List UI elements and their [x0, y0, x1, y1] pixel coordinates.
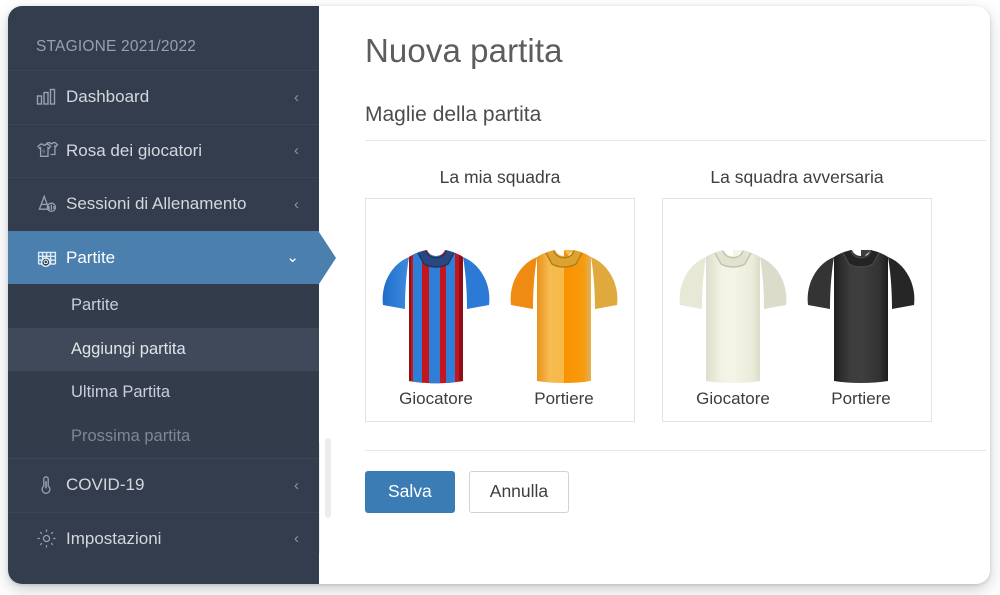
chevron-left-icon: ‹ — [294, 195, 299, 213]
sidebar-item-label: COVID-19 — [66, 475, 145, 495]
cream-jersey-icon — [679, 250, 787, 384]
submenu-item-partite[interactable]: Partite — [8, 284, 319, 328]
kit-slot-goalkeeper-opponent-team[interactable]: Portiere — [799, 239, 923, 421]
season-label: STAGIONE 2021/2022 — [36, 38, 197, 55]
kit-caption: Portiere — [534, 389, 594, 409]
submenu-item-aggiungi-partita[interactable]: Aggiungi partita — [8, 327, 319, 371]
actions-divider — [365, 450, 986, 452]
kit-caption: Giocatore — [696, 389, 770, 409]
submenu-item-ultima-partita[interactable]: Ultima Partita — [8, 371, 319, 415]
kits-row: La mia squadra Giocatore Portiere La squ… — [365, 167, 966, 423]
submenu-item-label: Ultima Partita — [71, 383, 171, 402]
section-title: Maglie della partita — [365, 103, 542, 127]
submenu-item-prossima-partita[interactable]: Prossima partita — [8, 415, 319, 459]
kit-group-title: La mia squadra — [439, 167, 561, 188]
chevron-left-icon: ‹ — [294, 88, 299, 106]
chevron-left-icon: ‹ — [294, 530, 299, 548]
app-window: STAGIONE 2021/2022 Dashboard ‹ 9 Rosa de… — [8, 6, 990, 584]
save-button[interactable]: Salva — [365, 471, 455, 513]
jerseys-icon: 9 — [36, 141, 66, 161]
sidebar-item-label: Sessioni di Allenamento — [66, 194, 247, 214]
sidebar-item-partite[interactable]: Partite ⌄ — [8, 230, 336, 284]
submenu-item-label: Prossima partita — [71, 426, 191, 445]
kit-caption: Portiere — [831, 389, 891, 409]
kit-group-opponent-team: La squadra avversaria Giocatore Portiere — [662, 167, 932, 423]
sidebar-item-covid-19[interactable]: COVID-19 ‹ — [8, 458, 319, 512]
kit-slot-player-my-team[interactable]: Giocatore — [374, 239, 498, 421]
sidebar-item-impostazioni[interactable]: Impostazioni ‹ — [8, 511, 319, 566]
main-content: Nuova partita Maglie della partita La mi… — [319, 6, 990, 584]
content-panel-edge — [319, 443, 320, 553]
chevron-left-icon: ‹ — [294, 476, 299, 494]
sidebar-item-label: Partite — [66, 247, 116, 267]
kit-slot-goalkeeper-my-team[interactable]: Portiere — [502, 239, 626, 421]
sidebar-item-label: Dashboard — [66, 87, 150, 107]
kit-group-my-team: La mia squadra Giocatore Portiere — [365, 167, 635, 423]
amber-jersey-icon — [510, 250, 618, 384]
sidebar-item-rosa-dei-giocatori[interactable]: 9 Rosa dei giocatori ‹ — [8, 123, 319, 178]
thermometer-icon — [36, 475, 66, 495]
sidebar-item-label: Rosa dei giocatori — [66, 140, 203, 160]
kit-card: Giocatore Portiere — [365, 198, 635, 423]
training-cone-icon — [36, 194, 66, 214]
kit-slot-player-opponent-team[interactable]: Giocatore — [671, 239, 795, 421]
chevron-left-icon: ‹ — [294, 142, 299, 160]
content-scrollbar[interactable] — [325, 438, 331, 518]
goal-ball-icon — [36, 248, 66, 268]
svg-text:9: 9 — [42, 149, 45, 155]
submenu-item-label: Aggiungi partita — [71, 339, 186, 358]
gear-icon — [36, 528, 66, 549]
sidebar: STAGIONE 2021/2022 Dashboard ‹ 9 Rosa de… — [8, 6, 336, 584]
sidebar-item-dashboard[interactable]: Dashboard ‹ — [8, 70, 319, 124]
chevron-down-icon: ⌄ — [286, 249, 299, 267]
black-jersey-icon — [807, 250, 915, 384]
submenu-item-label: Partite — [71, 296, 119, 315]
kit-caption: Giocatore — [399, 389, 473, 409]
form-actions: Salva Annulla — [365, 471, 966, 513]
sidebar-item-sessioni-di-allenamento[interactable]: Sessioni di Allenamento ‹ — [8, 177, 319, 231]
kit-card: Giocatore Portiere — [662, 198, 932, 423]
cancel-button[interactable]: Annulla — [468, 471, 570, 513]
page-title: Nuova partita — [365, 32, 563, 69]
sidebar-submenu-partite: Partite Aggiungi partita Ultima Partita … — [8, 284, 319, 458]
active-item-arrow — [319, 231, 336, 284]
striped-jersey-icon — [382, 250, 490, 384]
section-divider — [365, 140, 986, 142]
sidebar-item-label: Impostazioni — [66, 528, 162, 548]
kit-group-title: La squadra avversaria — [710, 167, 884, 188]
bar-chart-icon — [36, 88, 66, 106]
